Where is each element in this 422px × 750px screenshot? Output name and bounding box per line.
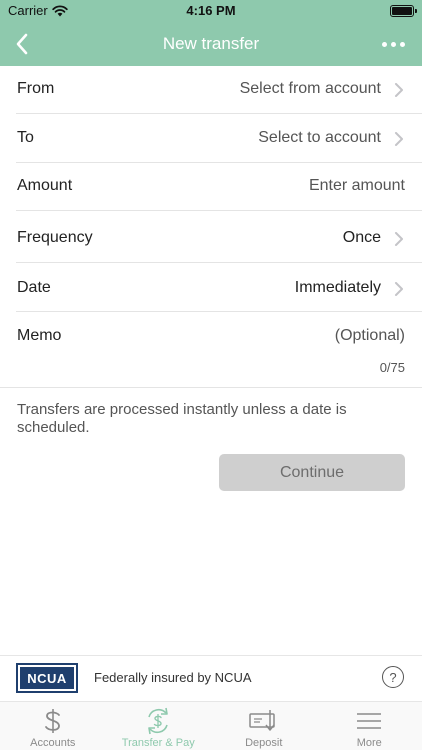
to-account-value: Select to account <box>258 129 381 146</box>
tab-transfer-pay[interactable]: Transfer & Pay <box>106 702 212 750</box>
status-time: 4:16 PM <box>186 3 236 18</box>
continue-button[interactable]: Continue <box>219 454 405 491</box>
frequency-value: Once <box>342 229 381 246</box>
tab-deposit[interactable]: Deposit <box>211 702 317 750</box>
tab-more[interactable]: More <box>317 702 422 750</box>
frequency-row[interactable]: Frequency Once <box>16 211 422 263</box>
tab-label: More <box>356 737 382 749</box>
tab-label: Accounts <box>30 737 76 749</box>
menu-lines-icon <box>357 713 382 729</box>
navigation-bar: New transfer <box>0 22 422 66</box>
chevron-right-icon <box>395 83 403 97</box>
ncua-logo-text: NCUA <box>20 667 74 689</box>
transfer-info-note: Transfers are processed instantly unless… <box>17 401 347 436</box>
amount-row[interactable]: Amount Enter amount <box>16 163 422 211</box>
tab-accounts[interactable]: Accounts <box>0 702 106 750</box>
tab-bar: Accounts Transfer & Pay Deposit More <box>0 701 422 750</box>
status-bar: Carrier 4:16 PM <box>0 0 422 22</box>
amount-label: Amount <box>17 177 73 194</box>
date-row[interactable]: Date Immediately <box>16 263 422 312</box>
from-account-row[interactable]: From Select from account <box>16 66 422 114</box>
transfer-dollar-icon <box>148 707 169 735</box>
battery-icon <box>390 5 417 17</box>
page-title: New transfer <box>162 34 260 53</box>
date-label: Date <box>17 279 51 296</box>
frequency-label: Frequency <box>17 229 93 246</box>
check-deposit-icon <box>249 710 275 731</box>
chevron-right-icon <box>395 132 403 146</box>
date-value: Immediately <box>294 279 381 296</box>
from-account-value: Select from account <box>239 80 381 97</box>
to-account-row[interactable]: To Select to account <box>16 114 422 163</box>
chevron-right-icon <box>395 282 403 296</box>
memo-character-counter: 0/75 <box>379 360 405 375</box>
ncua-logo: NCUA <box>16 663 78 693</box>
tab-label: Transfer & Pay <box>121 737 195 749</box>
help-button[interactable]: ? <box>382 666 404 688</box>
memo-input[interactable]: (Optional) <box>335 327 405 345</box>
amount-input[interactable]: Enter amount <box>309 177 405 195</box>
to-label: To <box>17 129 34 146</box>
more-options-button[interactable] <box>378 30 408 58</box>
help-icon: ? <box>389 669 397 685</box>
tab-label: Deposit <box>245 737 283 749</box>
chevron-right-icon <box>395 232 403 246</box>
insured-text: Federally insured by NCUA <box>94 670 252 685</box>
more-dots-icon <box>381 41 387 47</box>
dollar-icon <box>44 709 60 733</box>
insurance-footer: NCUA Federally insured by NCUA ? <box>0 655 422 701</box>
from-label: From <box>17 80 55 97</box>
memo-row: Memo (Optional) 0/75 <box>0 312 422 388</box>
memo-label: Memo <box>17 327 62 344</box>
